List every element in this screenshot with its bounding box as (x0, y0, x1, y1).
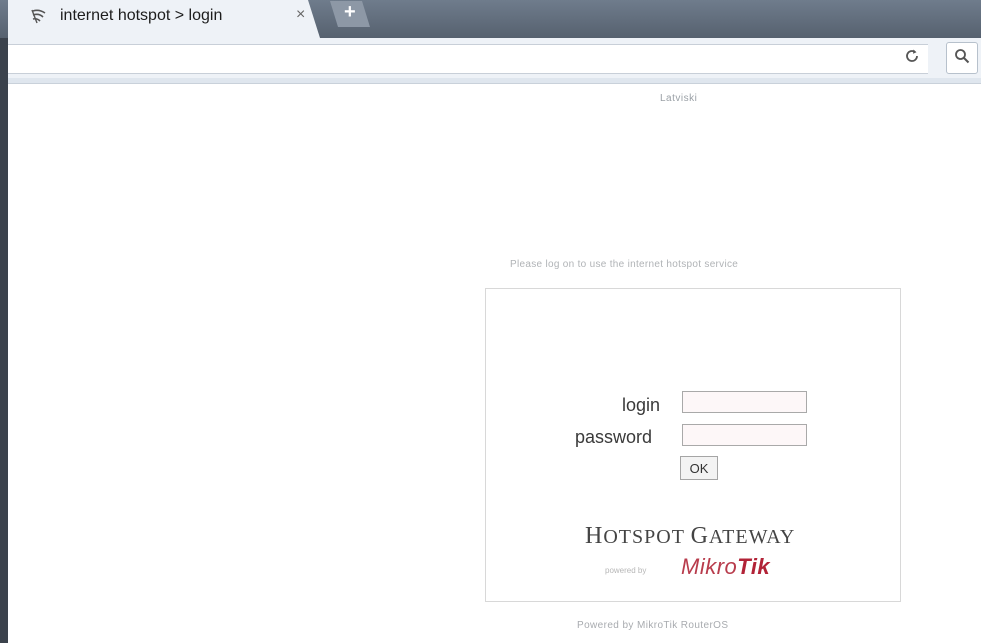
intro-text: Please log on to use the internet hotspo… (510, 259, 739, 270)
title-cap-h: H (585, 523, 604, 549)
login-label: login (622, 395, 661, 415)
search-icon (954, 48, 970, 69)
mikrotik-logo: powered by MikroTik (605, 554, 825, 580)
search-button[interactable] (946, 42, 978, 74)
password-label: password (575, 427, 653, 447)
language-link[interactable]: Latviski (660, 93, 697, 104)
brand-prefix: Mikro (681, 554, 738, 579)
address-bar[interactable] (8, 44, 928, 74)
reload-button[interactable] (899, 45, 925, 71)
reload-icon (904, 48, 920, 69)
login-input[interactable] (682, 391, 807, 413)
toolbar-divider (8, 78, 981, 84)
password-input[interactable] (682, 424, 807, 446)
brand-suffix: Tik (737, 554, 771, 579)
hotspot-gateway-title: HOTSPOT GATEWAY (585, 523, 795, 550)
title-cap-g: G (690, 523, 709, 549)
footer-text: Powered by MikroTik RouterOS (577, 620, 729, 631)
window-frame-left (0, 38, 8, 643)
browser-tab[interactable]: internet hotspot > login × (8, 0, 320, 38)
title-rest-2: ATEWAY (708, 526, 796, 548)
mikrotik-brand: MikroTik (681, 554, 770, 580)
tab-title: internet hotspot > login (60, 7, 223, 24)
hotspot-wifi-icon (30, 7, 48, 25)
powered-by-text: powered by (605, 566, 647, 575)
ok-button[interactable]: OK (680, 456, 718, 480)
tab-close-button[interactable]: × (296, 6, 305, 24)
new-tab-button[interactable]: + (344, 1, 356, 24)
title-rest-1: OTSPOT (603, 526, 691, 548)
